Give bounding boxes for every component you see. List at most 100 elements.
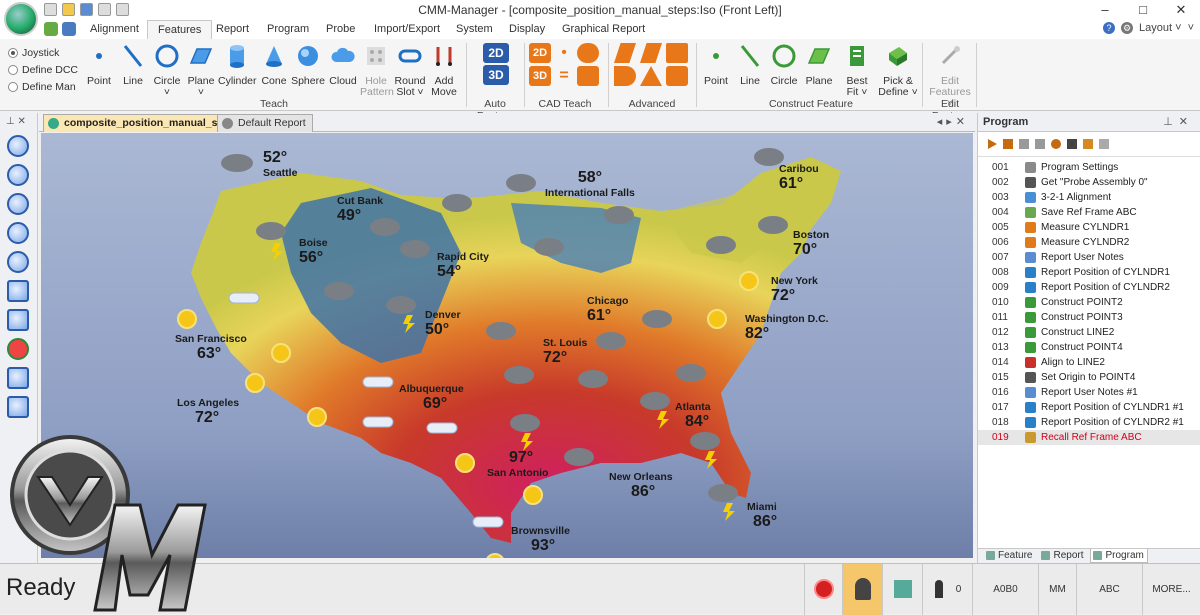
program-step[interactable]: 003 3-2-1 Alignment <box>978 190 1200 205</box>
program-step[interactable]: 011 Construct POINT3 <box>978 310 1200 325</box>
tab-program-panel[interactable]: Program <box>1090 549 1148 563</box>
emergency-stop-button[interactable] <box>804 564 842 615</box>
cad-teach-tools[interactable]: 2D • 3D = <box>529 43 601 86</box>
step-forward-icon[interactable] <box>1003 139 1013 149</box>
cad-2d-icon[interactable]: 2D <box>529 43 551 63</box>
tab-alignment[interactable]: Alignment <box>80 20 149 39</box>
teach-circle-button[interactable]: Circle ˅ <box>151 43 183 98</box>
program-step[interactable]: 018 Report Position of CYLNDR2 #1 <box>978 415 1200 430</box>
rotate-icon[interactable] <box>7 309 29 331</box>
zoom-out-icon[interactable] <box>7 164 29 186</box>
teach-plane-button[interactable]: Plane ˅ <box>186 43 216 98</box>
program-step[interactable]: 002 Get "Probe Assembly 0" <box>978 175 1200 190</box>
advanced-scan-icon[interactable] <box>666 66 688 86</box>
program-step[interactable]: 014 Align to LINE2 <box>978 355 1200 370</box>
probe-counter[interactable]: 0 <box>922 564 972 615</box>
cad-3d-icon[interactable]: 3D <box>529 66 551 86</box>
advanced-edge-icon[interactable] <box>614 66 636 86</box>
program-step[interactable]: 015 Set Origin to POINT4 <box>978 370 1200 385</box>
program-step[interactable]: 006 Measure CYLNDR2 <box>978 235 1200 250</box>
teach-cloud-button[interactable]: Cloud <box>327 43 359 87</box>
tab-graphical-report[interactable]: Graphical Report <box>552 20 655 39</box>
units-cell[interactable]: MM <box>1038 564 1076 615</box>
teach-line-button[interactable]: Line <box>118 43 148 87</box>
settings-icon[interactable] <box>62 22 76 36</box>
teach-sphere-button[interactable]: Sphere <box>291 43 325 87</box>
ref-frame-cell[interactable]: ABC <box>1076 564 1142 615</box>
tab-report[interactable]: Report <box>206 20 259 39</box>
tab-features[interactable]: Features <box>147 20 213 40</box>
view-search-icon[interactable] <box>7 396 29 418</box>
pan-icon[interactable] <box>7 280 29 302</box>
best-fit-button[interactable]: Best Fit ˅ <box>842 43 872 98</box>
construct-line-button[interactable]: Line <box>734 43 766 87</box>
grid-view-icon[interactable] <box>1099 139 1109 149</box>
cad-cloud-icon[interactable] <box>577 43 599 63</box>
program-step[interactable]: 005 Measure CYLNDR1 <box>978 220 1200 235</box>
pin-icon[interactable]: ⊥ ✕ <box>6 116 26 127</box>
teach-point-button[interactable]: Point <box>84 43 114 87</box>
advanced-probe-icon[interactable] <box>666 43 688 63</box>
breakpoint-icon[interactable] <box>1051 139 1061 149</box>
tab-import-export[interactable]: Import/Export <box>364 20 450 39</box>
auto-feature-button[interactable]: 2D 3D <box>478 43 514 85</box>
app-logo-icon[interactable] <box>4 2 38 36</box>
play-icon[interactable] <box>988 139 997 149</box>
construct-circle-button[interactable]: Circle <box>767 43 801 87</box>
zoom-fit-icon[interactable] <box>7 193 29 215</box>
program-step[interactable]: 001 Program Settings <box>978 160 1200 175</box>
tab-default-report[interactable]: Default Report <box>217 114 313 132</box>
mode-define-man[interactable]: Define Man <box>8 78 78 95</box>
teach-round-slot-button[interactable]: Round Slot ˅ <box>394 43 426 98</box>
document-tab-controls[interactable]: ◂▸✕ <box>937 115 969 128</box>
layout-menu[interactable]: Layout ˅ <box>1139 22 1182 34</box>
zoom-previous-icon[interactable] <box>7 222 29 244</box>
maximize-button[interactable]: □ <box>1124 0 1162 20</box>
probe-change-button[interactable] <box>882 564 922 615</box>
help-icon[interactable]: ? <box>1103 22 1116 34</box>
program-step[interactable]: 016 Report User Notes #1 <box>978 385 1200 400</box>
stop-icon[interactable] <box>1019 139 1029 149</box>
advanced-plane-icon[interactable] <box>614 43 636 63</box>
advanced-offset-icon[interactable] <box>640 43 662 63</box>
advanced-tools[interactable] <box>614 43 692 86</box>
tab-feature[interactable]: Feature <box>984 549 1035 563</box>
tab-system[interactable]: System <box>446 20 503 39</box>
probe-angle-cell[interactable]: A0B0 <box>972 564 1038 615</box>
help-menu-arrow-icon[interactable]: ˅ <box>1188 22 1194 34</box>
tab-report-panel[interactable]: Report <box>1039 549 1086 563</box>
cad-point-icon[interactable]: • <box>554 43 574 63</box>
more-button[interactable]: MORE... <box>1142 564 1200 615</box>
panel-pin-close-icon[interactable]: ⊥✕ <box>1163 113 1194 132</box>
mode-joystick[interactable]: Joystick <box>8 44 78 61</box>
teach-cylinder-button[interactable]: Cylinder <box>218 43 257 87</box>
pick-define-button[interactable]: Pick & Define ˅ <box>878 43 918 98</box>
cad-grid-icon[interactable] <box>577 66 599 86</box>
program-step[interactable]: 009 Report Position of CYLNDR2 <box>978 280 1200 295</box>
program-step[interactable]: 007 Report User Notes <box>978 250 1200 265</box>
view-reset-icon[interactable] <box>7 338 29 360</box>
zoom-in-icon[interactable] <box>7 135 29 157</box>
construct-point-button[interactable]: Point <box>700 43 732 87</box>
program-step[interactable]: 010 Construct POINT2 <box>978 295 1200 310</box>
program-step[interactable]: 012 Construct LINE2 <box>978 325 1200 340</box>
program-step[interactable]: 017 Report Position of CYLNDR1 #1 <box>978 400 1200 415</box>
settings-gear-icon[interactable]: ⚙ <box>1121 22 1134 34</box>
home-icon[interactable] <box>44 22 58 36</box>
advanced-cone-icon[interactable] <box>640 66 662 86</box>
teach-cone-button[interactable]: Cone <box>259 43 289 87</box>
view-eye-icon[interactable] <box>7 367 29 389</box>
cad-line-icon[interactable]: = <box>554 66 574 86</box>
joystick-button[interactable] <box>842 564 882 615</box>
teach-add-move-button[interactable]: Add Move <box>428 43 460 98</box>
minimize-button[interactable]: – <box>1086 0 1124 20</box>
mode-define-dcc[interactable]: Define DCC <box>8 61 78 78</box>
zoom-window-icon[interactable] <box>7 251 29 273</box>
tab-program[interactable]: Program <box>257 20 319 39</box>
program-step[interactable]: 013 Construct POINT4 <box>978 340 1200 355</box>
program-step[interactable]: 004 Save Ref Frame ABC <box>978 205 1200 220</box>
program-step[interactable]: 019 Recall Ref Frame ABC <box>978 430 1200 445</box>
construct-plane-button[interactable]: Plane <box>803 43 835 87</box>
tab-probe[interactable]: Probe <box>316 20 365 39</box>
program-step[interactable]: 008 Report Position of CYLNDR1 <box>978 265 1200 280</box>
